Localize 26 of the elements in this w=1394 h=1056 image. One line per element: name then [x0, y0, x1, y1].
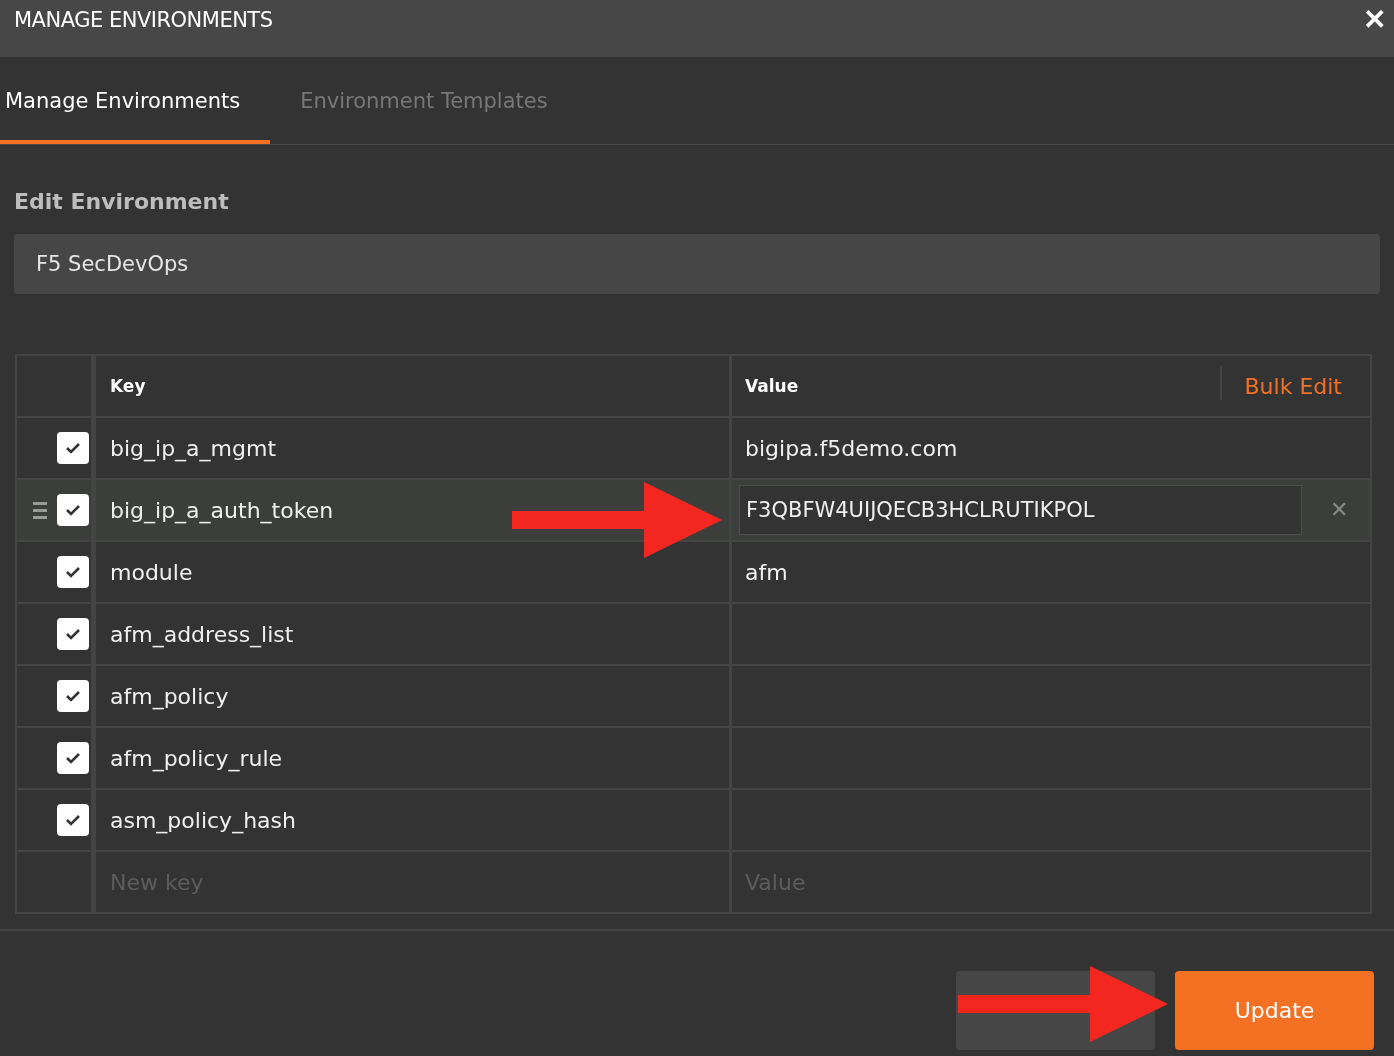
key-text: afm_policy_rule	[110, 745, 283, 771]
checkbox[interactable]	[57, 804, 89, 836]
checkbox[interactable]	[57, 742, 89, 774]
checkbox[interactable]	[57, 680, 89, 712]
bulk-edit-link[interactable]: Bulk Edit	[1244, 373, 1342, 399]
checkbox[interactable]	[57, 618, 89, 650]
token-field[interactable]: F3QBFW4UIJQECB3HCLRUTIKPOL	[739, 485, 1302, 535]
checkbox[interactable]	[57, 556, 89, 588]
drag-handle-icon[interactable]	[33, 501, 47, 519]
checkbox[interactable]	[57, 494, 89, 526]
column-header: Key	[110, 376, 146, 396]
window-title: MANAGE ENVIRONMENTS	[14, 7, 273, 32]
key-text: module	[110, 559, 193, 585]
section-title: Edit Environment	[14, 189, 230, 214]
close-button[interactable]: ✕	[1363, 3, 1386, 36]
tab[interactable]: Manage Environments	[0, 57, 271, 144]
key-text: big_ip_a_mgmt	[110, 435, 277, 461]
key-text: asm_policy_hash	[110, 807, 296, 833]
key-text: big_ip_a_auth_token	[110, 497, 334, 523]
environment-name-field[interactable]: F5 SecDevOps	[14, 234, 1380, 294]
column-header: Value	[745, 376, 799, 396]
value-text: bigipa.f5demo.com	[745, 435, 958, 461]
value-text: afm	[745, 559, 788, 585]
checkbox[interactable]	[57, 432, 89, 464]
key-text: afm_address_list	[110, 621, 294, 647]
key-text: afm_policy	[110, 683, 229, 709]
